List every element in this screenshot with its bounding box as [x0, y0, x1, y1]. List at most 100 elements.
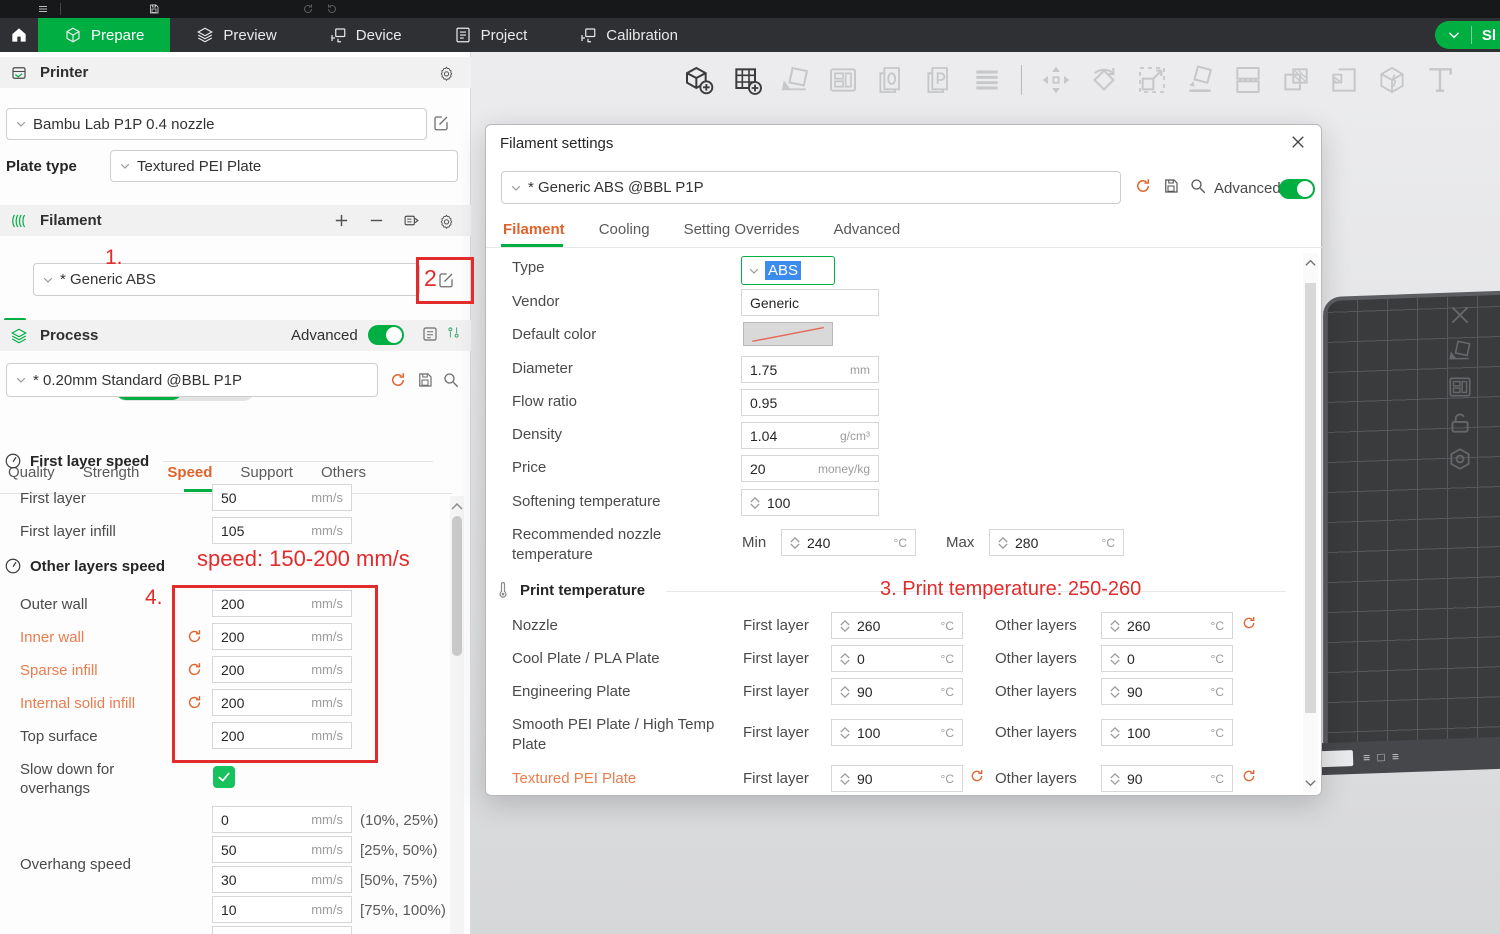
first-layer-infill-input[interactable]: 105 mm/s	[212, 517, 352, 544]
slice-plate-button[interactable]: Sl	[1434, 21, 1500, 49]
fill-button[interactable]	[1324, 58, 1364, 102]
spinner-arrows[interactable]	[790, 536, 800, 550]
spinner-arrows[interactable]	[998, 536, 1008, 550]
process-search-button[interactable]	[442, 371, 460, 389]
plate-name-box[interactable]	[1316, 750, 1354, 768]
max-temp-input[interactable]: 280 °C	[989, 529, 1124, 556]
textured-pei-first-layer-input[interactable]: 90 °C	[831, 765, 963, 792]
tab-cooling[interactable]: Cooling	[599, 221, 650, 238]
reset-icon[interactable]	[969, 768, 985, 784]
scroll-down-icon[interactable]	[1305, 778, 1316, 789]
plate-settings-button[interactable]	[1445, 444, 1475, 474]
plate-lock-button[interactable]	[1445, 408, 1475, 438]
nozzle-first-layer-input[interactable]: 260 °C	[831, 612, 963, 639]
process-reset-button[interactable]	[389, 371, 407, 389]
printer-edit-button[interactable]	[432, 114, 450, 132]
min-temp-input[interactable]: 240 °C	[781, 529, 916, 556]
diameter-input[interactable]: 1.75 mm	[741, 356, 879, 383]
compare-presets-button[interactable]	[446, 325, 461, 340]
menu-icon[interactable]	[36, 3, 50, 15]
tab-calibration[interactable]: Calibration	[553, 18, 704, 52]
filament-gear-icon[interactable]	[438, 212, 455, 229]
split-button[interactable]	[1228, 58, 1268, 102]
first-layer-input[interactable]: 50 mm/s	[212, 484, 352, 511]
reset-icon[interactable]	[1241, 768, 1257, 784]
save-project-icon[interactable]	[147, 3, 161, 15]
redo-icon[interactable]	[325, 3, 339, 15]
import-3mf-button[interactable]	[919, 58, 959, 102]
boolean-button[interactable]	[1276, 58, 1316, 102]
density-input[interactable]: 1.04 g/cm³	[741, 422, 879, 449]
dialog-preset-select[interactable]: * Generic ABS @BBL P1P	[501, 171, 1121, 204]
move-button[interactable]	[1036, 58, 1076, 102]
text-tool-button[interactable]	[1420, 58, 1460, 102]
arrange-button[interactable]	[823, 58, 863, 102]
textured-pei-other-layers-input[interactable]: 90 °C	[1101, 765, 1233, 792]
engineering-plate-other-layers-input[interactable]: 90 °C	[1101, 678, 1233, 705]
object-list-button[interactable]	[967, 58, 1007, 102]
overhang-speed-input-1[interactable]: 0 mm/s	[212, 806, 352, 833]
dialog-search-button[interactable]	[1189, 177, 1207, 195]
advanced-mode-toggle[interactable]	[368, 325, 404, 345]
plate-arrange-button[interactable]	[1445, 372, 1475, 402]
default-color-swatch[interactable]	[743, 322, 833, 346]
undo-icon[interactable]	[301, 3, 315, 15]
remove-filament-icon[interactable]	[368, 212, 385, 229]
parameter-table-button[interactable]	[421, 325, 439, 343]
dialog-save-button[interactable]	[1162, 177, 1180, 195]
dialog-reset-button[interactable]	[1134, 177, 1152, 195]
smooth-pei-other-layers-input[interactable]: 100 °C	[1101, 719, 1233, 746]
overhang-speed-input-4[interactable]: 10 mm/s	[212, 896, 352, 923]
add-plate-button[interactable]	[727, 58, 767, 102]
sidebar-scrollbar[interactable]	[450, 496, 464, 934]
lay-flat-button[interactable]	[1180, 58, 1220, 102]
cool-plate-first-layer-input[interactable]: 0 °C	[831, 645, 963, 672]
delete-plate-button[interactable]	[1445, 300, 1475, 330]
flow-ratio-input[interactable]: 0.95	[741, 389, 879, 416]
tab-prepare[interactable]: Prepare	[38, 18, 171, 52]
nozzle-other-layers-input[interactable]: 260 °C	[1101, 612, 1233, 639]
overhang-speed-input-2[interactable]: 50 mm/s	[212, 836, 352, 863]
engineering-plate-first-layer-input[interactable]: 90 °C	[831, 678, 963, 705]
slow-down-overhangs-checkbox[interactable]	[213, 766, 235, 788]
close-icon[interactable]	[1289, 133, 1307, 151]
split-parts-button[interactable]	[1372, 58, 1412, 102]
tab-advanced[interactable]: Advanced	[833, 221, 900, 238]
scrollbar-thumb[interactable]	[452, 516, 462, 656]
add-model-button[interactable]	[679, 58, 719, 102]
partial-input[interactable]	[212, 926, 352, 934]
softening-temp-input[interactable]: 100	[741, 489, 879, 516]
auto-orient-button[interactable]	[775, 58, 815, 102]
tab-setting-overrides[interactable]: Setting Overrides	[684, 221, 800, 238]
spinner-arrows[interactable]	[750, 496, 760, 510]
smooth-pei-first-layer-input[interactable]: 100 °C	[831, 719, 963, 746]
process-save-button[interactable]	[416, 371, 434, 389]
filament-preset-select[interactable]: * Generic ABS	[33, 263, 420, 296]
type-select[interactable]: ABS	[741, 256, 835, 285]
scrollbar-thumb[interactable]	[1305, 283, 1316, 713]
printer-preset-select[interactable]: Bambu Lab P1P 0.4 nozzle	[6, 108, 427, 140]
slice-dropdown-chevron-icon[interactable]	[1447, 28, 1461, 42]
scroll-up-icon[interactable]	[451, 500, 463, 512]
scale-button[interactable]	[1132, 58, 1172, 102]
process-preset-select[interactable]: * 0.20mm Standard @BBL P1P	[6, 363, 378, 397]
reset-icon[interactable]	[1241, 615, 1257, 631]
import-stl-button[interactable]	[871, 58, 911, 102]
tab-device[interactable]: Device	[303, 18, 428, 52]
cool-plate-other-layers-input[interactable]: 0 °C	[1101, 645, 1233, 672]
dialog-scrollbar[interactable]	[1303, 253, 1318, 793]
overhang-speed-input-3[interactable]: 30 mm/s	[212, 866, 352, 893]
rotate-button[interactable]	[1084, 58, 1124, 102]
plate-auto-orient-button[interactable]	[1445, 336, 1475, 366]
ams-sync-icon[interactable]	[403, 212, 420, 229]
printer-gear-icon[interactable]	[438, 64, 455, 81]
home-button[interactable]	[0, 18, 38, 52]
dialog-advanced-toggle[interactable]	[1279, 179, 1315, 199]
scroll-up-icon[interactable]	[1305, 257, 1316, 268]
tab-preview[interactable]: Preview	[170, 18, 302, 52]
price-input[interactable]: 20 money/kg	[741, 455, 879, 482]
add-filament-icon[interactable]	[333, 212, 350, 229]
plate-type-select[interactable]: Textured PEI Plate	[110, 150, 458, 182]
vendor-input[interactable]: Generic	[741, 289, 879, 316]
tab-filament[interactable]: Filament	[503, 221, 565, 238]
